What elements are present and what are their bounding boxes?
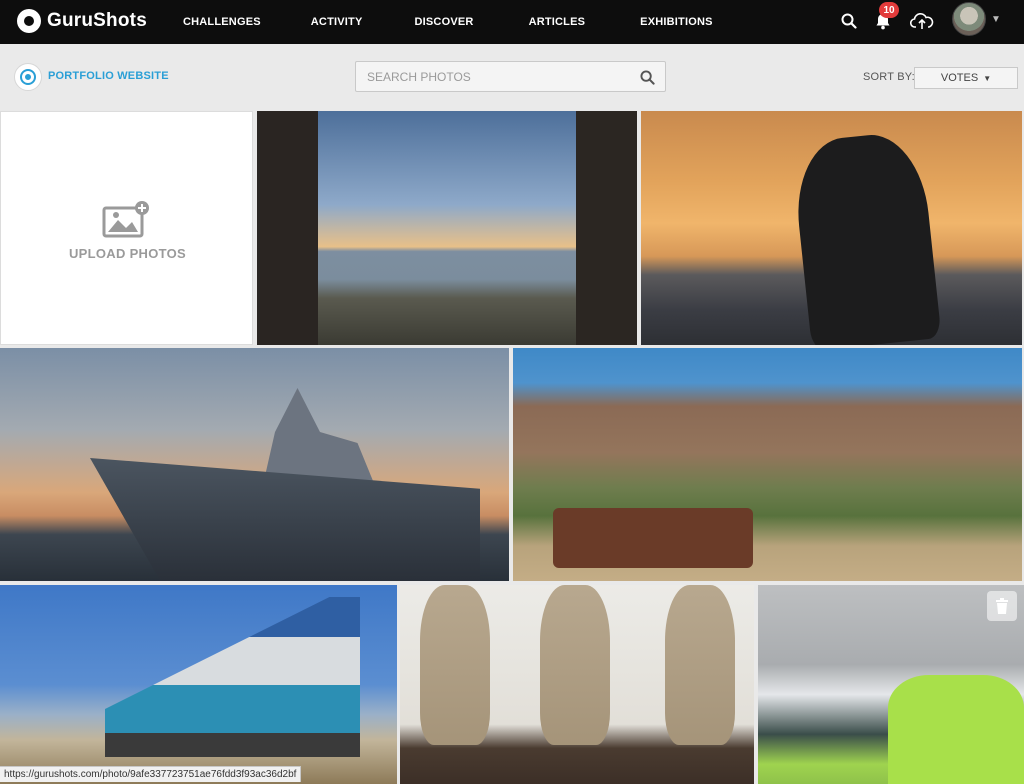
- search-icon: [639, 69, 655, 85]
- upload-button[interactable]: [909, 8, 935, 34]
- main-nav: CHALLENGES ACTIVITY DISCOVER ARTICLES EX…: [183, 0, 763, 44]
- upload-photos-tile[interactable]: UPLOAD PHOTOS: [0, 111, 253, 345]
- nav-activity[interactable]: ACTIVITY: [311, 16, 363, 28]
- header-search-button[interactable]: [836, 8, 862, 34]
- sort-dropdown-value: VOTES: [940, 72, 979, 84]
- avatar[interactable]: [952, 2, 986, 36]
- search-icon: [841, 13, 857, 29]
- search-submit-button[interactable]: [637, 67, 657, 87]
- cloud-upload-icon: [910, 13, 934, 29]
- add-image-icon: [102, 201, 149, 238]
- upload-photos-label: UPLOAD PHOTOS: [68, 246, 187, 261]
- sort-by-label: SORT BY:: [863, 71, 915, 83]
- photo-commuter-train[interactable]: [0, 585, 397, 784]
- photo-sunset-through-curtains[interactable]: [257, 111, 637, 345]
- status-bar-url: https://gurushots.com/photo/9afe33772375…: [0, 766, 302, 782]
- search-box: [355, 61, 666, 92]
- portfolio-icon[interactable]: [14, 63, 42, 91]
- brand-logo[interactable]: GuruShots: [17, 6, 147, 36]
- photo-rusty-truck[interactable]: [513, 348, 1022, 581]
- nav-discover[interactable]: DISCOVER: [415, 16, 474, 28]
- photo-hand-sculpture-sunset[interactable]: [641, 111, 1022, 345]
- nav-articles[interactable]: ARTICLES: [529, 16, 586, 28]
- photo-three-statues[interactable]: [400, 585, 754, 784]
- photo-warship[interactable]: [0, 348, 509, 581]
- search-input[interactable]: [356, 62, 626, 91]
- portfolio-website-link[interactable]: PORTFOLIO WEBSITE: [48, 70, 169, 82]
- chevron-down-icon: ▼: [983, 73, 992, 83]
- gallery-toolbar: PORTFOLIO WEBSITE SORT BY: VOTES ▼: [0, 44, 1024, 110]
- photo-police-officers[interactable]: [758, 585, 1024, 784]
- notification-count-badge: 10: [879, 2, 899, 18]
- camera-aperture-icon: [17, 9, 41, 33]
- sort-dropdown[interactable]: VOTES ▼: [914, 67, 1018, 89]
- brand-name: GuruShots: [47, 10, 147, 31]
- nav-challenges[interactable]: CHALLENGES: [183, 16, 261, 28]
- trash-icon: [996, 598, 1008, 614]
- chevron-down-icon[interactable]: ▼: [991, 14, 1001, 25]
- delete-photo-button[interactable]: [987, 591, 1017, 621]
- nav-exhibitions[interactable]: EXHIBITIONS: [640, 16, 713, 28]
- top-nav-bar: GuruShots CHALLENGES ACTIVITY DISCOVER A…: [0, 0, 1024, 44]
